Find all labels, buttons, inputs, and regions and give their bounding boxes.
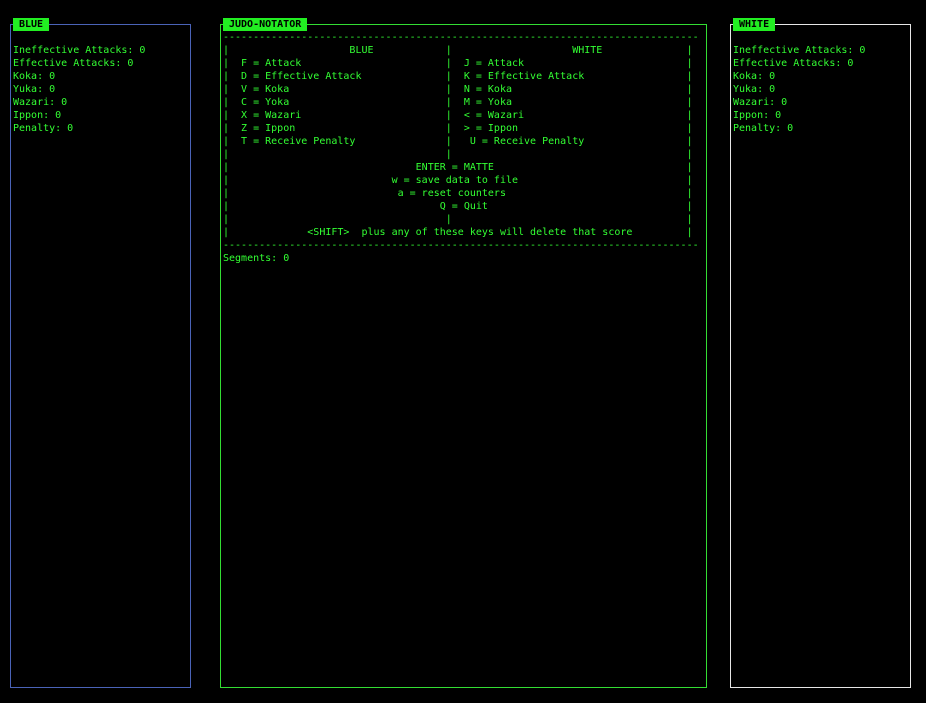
- white-panel: WHITE Ineffective Attacks: 0 Effective A…: [730, 18, 911, 688]
- help-row-penalty: | T = Receive Penalty | U = Receive Pena…: [223, 136, 693, 147]
- white-stat-effective-attacks: Effective Attacks: 0: [733, 58, 854, 69]
- blue-stat-ineffective-attacks: Ineffective Attacks: 0: [13, 45, 146, 56]
- blue-stat-effective-attacks: Effective Attacks: 0: [13, 58, 134, 69]
- help-row-save: | w = save data to file |: [223, 175, 693, 186]
- white-stat-ippon: Ippon: 0: [733, 110, 782, 121]
- help-row-spacer: | | |: [223, 149, 693, 160]
- help-row-yoka: | C = Yoka | M = Yoka |: [223, 97, 693, 108]
- white-stat-koka: Koka: 0: [733, 71, 776, 82]
- white-stats-list: Ineffective Attacks: 0 Effective Attacks…: [733, 44, 865, 135]
- blue-panel-title: BLUE: [13, 18, 50, 31]
- white-stat-wazari: Wazari: 0: [733, 97, 788, 108]
- notator-panel-title: JUDO-NOTATOR: [223, 18, 308, 31]
- blue-stat-ippon: Ippon: 0: [13, 110, 62, 121]
- help-row-effective-attack: | D = Effective Attack | K = Effective A…: [223, 71, 693, 82]
- white-stat-penalty: Penalty: 0: [733, 123, 794, 134]
- help-border-bottom: ----------------------------------------…: [223, 240, 699, 251]
- help-header-row: | BLUE | WHITE |: [223, 45, 693, 56]
- blue-stat-koka: Koka: 0: [13, 71, 56, 82]
- help-row-quit: | Q = Quit |: [223, 201, 693, 212]
- help-row-reset: | a = reset counters |: [223, 188, 693, 199]
- white-stat-ineffective-attacks: Ineffective Attacks: 0: [733, 45, 866, 56]
- segments-counter: Segments: 0: [223, 253, 290, 264]
- key-help-text: ----------------------------------------…: [223, 31, 703, 265]
- help-row-koka: | V = Koka | N = Koka |: [223, 84, 693, 95]
- white-stat-yuka: Yuka: 0: [733, 84, 776, 95]
- white-panel-title: WHITE: [733, 18, 776, 31]
- help-row-matte: | ENTER = MATTE |: [223, 162, 693, 173]
- help-row-spacer-2: | | |: [223, 214, 693, 225]
- blue-stat-penalty: Penalty: 0: [13, 123, 74, 134]
- blue-stat-yuka: Yuka: 0: [13, 84, 56, 95]
- blue-stat-wazari: Wazari: 0: [13, 97, 68, 108]
- help-row-wazari: | X = Wazari | < = Wazari |: [223, 110, 693, 121]
- blue-stats-list: Ineffective Attacks: 0 Effective Attacks…: [13, 44, 145, 135]
- blue-panel: BLUE Ineffective Attacks: 0 Effective At…: [10, 18, 191, 688]
- help-row-ippon: | Z = Ippon | > = Ippon |: [223, 123, 693, 134]
- help-border-top: ----------------------------------------…: [223, 32, 699, 43]
- help-row-shift: | <SHIFT> plus any of these keys will de…: [223, 227, 693, 238]
- notator-panel: JUDO-NOTATOR ---------------------------…: [220, 18, 707, 688]
- help-row-attack: | F = Attack | J = Attack |: [223, 58, 693, 69]
